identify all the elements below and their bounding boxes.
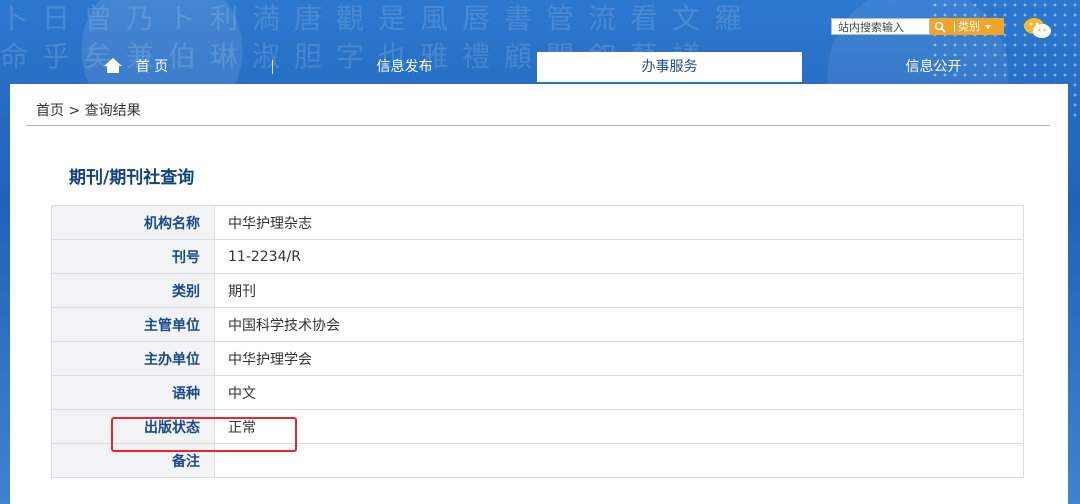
row-label: 主办单位 bbox=[51, 341, 215, 376]
content-panel: 首页 > 查询结果 期刊/期刊社查询 机构名称 中华护理杂志 刊号 11-223… bbox=[10, 84, 1068, 504]
row-value: 11-2234/R bbox=[214, 239, 1024, 274]
table-row: 备注 bbox=[51, 443, 1024, 478]
category-label: 类别 bbox=[958, 20, 980, 33]
nav-item-info-release[interactable]: 信息发布 bbox=[273, 52, 536, 82]
search-button[interactable] bbox=[930, 18, 950, 35]
result-table: 机构名称 中华护理杂志 刊号 11-2234/R 类别 期刊 主管单位 中国科学… bbox=[51, 205, 1024, 478]
row-value: 正常 bbox=[214, 409, 1024, 444]
row-label: 语种 bbox=[51, 375, 215, 410]
row-value: 期刊 bbox=[214, 273, 1024, 308]
table-row: 语种 中文 bbox=[51, 375, 1024, 410]
breadcrumb: 首页 > 查询结果 bbox=[36, 100, 141, 120]
breadcrumb-current: 查询结果 bbox=[84, 103, 141, 119]
table-row: 类别 期刊 bbox=[51, 273, 1024, 308]
table-row: 主办单位 中华护理学会 bbox=[51, 341, 1024, 376]
row-label: 备注 bbox=[51, 443, 215, 478]
home-icon bbox=[103, 58, 122, 73]
search-icon bbox=[934, 21, 946, 33]
nav-item-info-disclosure[interactable]: 信息公开 bbox=[802, 52, 1065, 82]
row-label: 机构名称 bbox=[51, 205, 215, 240]
row-value: 中文 bbox=[214, 375, 1024, 410]
table-row: 出版状态 正常 bbox=[51, 409, 1024, 444]
row-label: 出版状态 bbox=[51, 409, 215, 444]
row-label: 类别 bbox=[51, 273, 215, 308]
breadcrumb-separator: > bbox=[68, 103, 81, 119]
chevron-down-icon bbox=[985, 24, 991, 29]
breadcrumb-divider bbox=[26, 125, 1050, 126]
nav-label: 首 页 bbox=[135, 59, 169, 75]
wechat-icon[interactable] bbox=[1022, 16, 1054, 40]
table-row: 刊号 11-2234/R bbox=[51, 239, 1024, 274]
row-label: 刊号 bbox=[51, 239, 215, 274]
table-row: 主管单位 中国科学技术协会 bbox=[51, 307, 1024, 342]
row-value: 中华护理杂志 bbox=[214, 205, 1024, 240]
nav-item-services[interactable]: 办事服务 bbox=[537, 52, 802, 82]
row-value: 中华护理学会 bbox=[214, 341, 1024, 376]
table-row: 机构名称 中华护理杂志 bbox=[51, 205, 1024, 240]
category-divider bbox=[954, 21, 955, 32]
breadcrumb-home-link[interactable]: 首页 bbox=[36, 103, 64, 119]
page-title: 期刊/期刊社查询 bbox=[69, 168, 195, 188]
category-select[interactable]: 类别 bbox=[950, 18, 1004, 35]
row-value: 中国科学技术协会 bbox=[214, 307, 1024, 342]
main-navigation: 首 页 信息发布 办事服务 信息公开 bbox=[0, 52, 1080, 82]
row-label: 主管单位 bbox=[51, 307, 215, 342]
search-input[interactable]: 站内搜索输入 bbox=[831, 18, 930, 35]
nav-item-home[interactable]: 首 页 bbox=[0, 52, 272, 82]
row-value bbox=[214, 443, 1024, 478]
